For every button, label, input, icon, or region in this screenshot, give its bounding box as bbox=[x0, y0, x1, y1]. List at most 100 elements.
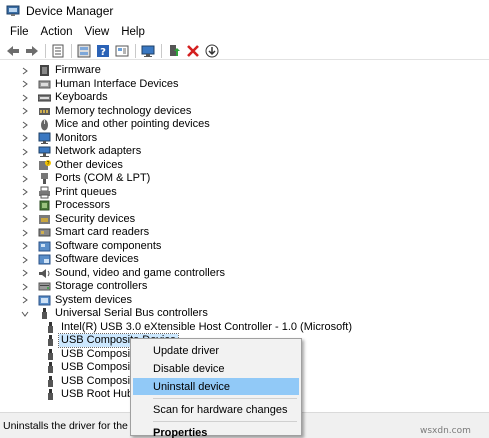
tree-category[interactable]: Human Interface Devices bbox=[20, 78, 179, 92]
tree-category[interactable]: Software components bbox=[20, 240, 161, 254]
usb-device-label: Intel(R) USB 3.0 eXtensible Host Control… bbox=[61, 320, 352, 333]
tree-category[interactable]: Software devices bbox=[20, 253, 139, 267]
chevron-right-icon[interactable] bbox=[20, 93, 30, 103]
chevron-right-icon[interactable] bbox=[20, 255, 30, 265]
menu-separator bbox=[153, 421, 297, 422]
context-menu: Update driver Disable device Uninstall dev… bbox=[130, 338, 302, 438]
scan-hardware-icon[interactable] bbox=[139, 43, 157, 59]
tree-category[interactable]: Sound, video and game controllers bbox=[20, 267, 225, 281]
menu-help[interactable]: Help bbox=[115, 26, 151, 38]
tree-category-label: Memory technology devices bbox=[55, 104, 192, 117]
software-device-icon bbox=[38, 253, 51, 266]
menu-item-disable-device[interactable]: Disable device bbox=[133, 360, 299, 377]
smartcard-icon bbox=[38, 226, 51, 239]
tree-category-label: Print queues bbox=[55, 185, 117, 198]
other-device-icon: ? bbox=[38, 159, 51, 172]
port-icon bbox=[38, 172, 51, 185]
tree-category[interactable]: Mice and other pointing devices bbox=[20, 118, 210, 132]
chevron-down-icon[interactable] bbox=[20, 309, 30, 319]
chevron-right-icon[interactable] bbox=[20, 66, 30, 76]
download-icon[interactable] bbox=[203, 43, 221, 59]
tree-category[interactable]: Ports (COM & LPT) bbox=[20, 172, 150, 186]
chevron-right-icon[interactable] bbox=[20, 120, 30, 130]
menu-bar: File Action View Help bbox=[0, 22, 489, 42]
usb-device-icon bbox=[44, 334, 57, 347]
usb-device-icon bbox=[44, 388, 57, 401]
chevron-right-icon[interactable] bbox=[20, 295, 30, 305]
view-icon[interactable] bbox=[113, 43, 131, 59]
tree-category[interactable]: Security devices bbox=[20, 213, 135, 227]
firmware-icon bbox=[38, 64, 51, 77]
processor-icon bbox=[38, 199, 51, 212]
tree-category-label: Monitors bbox=[55, 131, 98, 144]
chevron-right-icon[interactable] bbox=[20, 214, 30, 224]
usb-device-icon bbox=[44, 348, 57, 361]
tree-category[interactable]: Universal Serial Bus controllers bbox=[20, 307, 208, 321]
printer-icon bbox=[38, 186, 51, 199]
sound-icon bbox=[38, 267, 51, 280]
chevron-right-icon[interactable] bbox=[20, 268, 30, 278]
tree-category-label: Storage controllers bbox=[55, 280, 148, 293]
title-bar: Device Manager bbox=[0, 0, 489, 22]
tree-category[interactable]: Smart card readers bbox=[20, 226, 149, 240]
tree-category-label: Sound, video and game controllers bbox=[55, 266, 225, 279]
hid-icon bbox=[38, 78, 51, 91]
tree-category[interactable]: Keyboards bbox=[20, 91, 108, 105]
chevron-right-icon[interactable] bbox=[20, 160, 30, 170]
chevron-right-icon[interactable] bbox=[20, 187, 30, 197]
toolbar-separator bbox=[161, 43, 162, 58]
chevron-right-icon[interactable] bbox=[20, 133, 30, 143]
menu-item-scan-for-hardware-changes[interactable]: Scan for hardware changes bbox=[133, 401, 299, 418]
chevron-right-icon[interactable] bbox=[20, 174, 30, 184]
tree-category[interactable]: Network adapters bbox=[20, 145, 141, 159]
tree-category-label: Other devices bbox=[55, 158, 123, 171]
update-driver-icon[interactable] bbox=[75, 43, 93, 59]
menu-item-properties[interactable]: Properties bbox=[133, 424, 299, 438]
tree-category[interactable]: Processors bbox=[20, 199, 110, 213]
chevron-right-icon[interactable] bbox=[20, 241, 30, 251]
mouse-icon bbox=[38, 118, 51, 131]
properties-icon[interactable] bbox=[49, 43, 67, 59]
usb-device-icon bbox=[44, 321, 57, 334]
tree-category[interactable]: Monitors bbox=[20, 132, 97, 146]
software-component-icon bbox=[38, 240, 51, 253]
chevron-right-icon[interactable] bbox=[20, 79, 30, 89]
tree-category-label: System devices bbox=[55, 293, 133, 306]
menu-file[interactable]: File bbox=[4, 26, 35, 38]
help-icon[interactable]: ? bbox=[94, 43, 112, 59]
usb-device-item[interactable]: Intel(R) USB 3.0 eXtensible Host Control… bbox=[44, 321, 352, 335]
menu-item-uninstall-device[interactable]: Uninstall device bbox=[133, 378, 299, 395]
toolbar: ? bbox=[0, 42, 489, 60]
chevron-right-icon[interactable] bbox=[20, 282, 30, 292]
chevron-right-icon[interactable] bbox=[20, 201, 30, 211]
tree-category[interactable]: Storage controllers bbox=[20, 280, 147, 294]
chevron-right-icon[interactable] bbox=[20, 228, 30, 238]
tree-category-label: Software devices bbox=[55, 253, 139, 266]
tree-category[interactable]: Firmware bbox=[20, 64, 101, 78]
toolbar-separator bbox=[135, 43, 136, 58]
tree-category-label: Human Interface Devices bbox=[55, 77, 179, 90]
keyboard-icon bbox=[38, 91, 51, 104]
uninstall-icon[interactable] bbox=[184, 43, 202, 59]
tree-category-label: Firmware bbox=[55, 64, 101, 77]
tree-category[interactable]: Print queues bbox=[20, 186, 117, 200]
toolbar-separator bbox=[45, 43, 46, 58]
chevron-right-icon[interactable] bbox=[20, 106, 30, 116]
menu-item-update-driver[interactable]: Update driver bbox=[133, 342, 299, 359]
tree-category[interactable]: Memory technology devices bbox=[20, 105, 191, 119]
back-icon[interactable] bbox=[4, 43, 22, 59]
enable-device-icon[interactable] bbox=[165, 43, 183, 59]
tree-category[interactable]: ? Other devices bbox=[20, 159, 123, 173]
device-manager-icon bbox=[6, 4, 20, 18]
menu-view[interactable]: View bbox=[79, 26, 116, 38]
chevron-right-icon[interactable] bbox=[20, 147, 30, 157]
svg-text:?: ? bbox=[100, 47, 106, 58]
memory-icon bbox=[38, 105, 51, 118]
tree-category-label: Ports (COM & LPT) bbox=[55, 172, 151, 185]
svg-text:?: ? bbox=[47, 161, 50, 167]
monitor-icon bbox=[38, 132, 51, 145]
tree-category-label: Security devices bbox=[55, 212, 136, 225]
tree-category[interactable]: System devices bbox=[20, 294, 132, 308]
forward-icon[interactable] bbox=[23, 43, 41, 59]
menu-action[interactable]: Action bbox=[35, 26, 79, 38]
